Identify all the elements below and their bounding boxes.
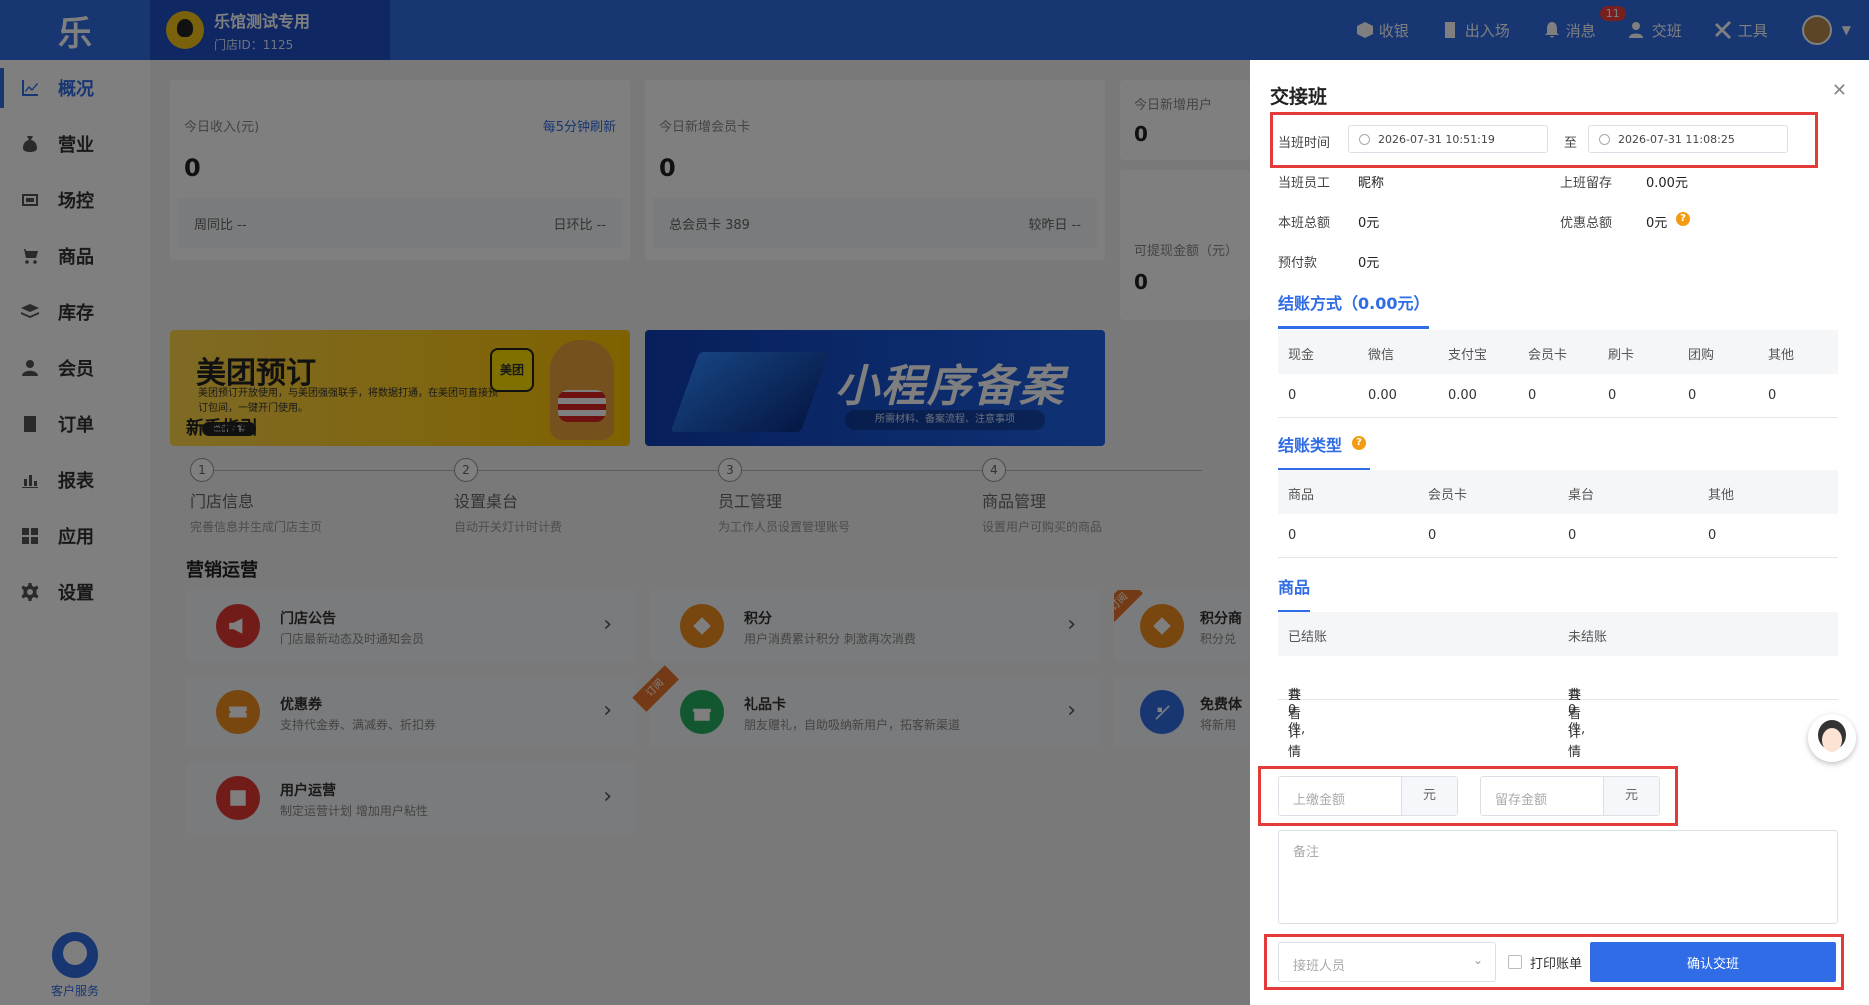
prev-retained-value: 0.00元 <box>1646 176 1688 191</box>
retain-amount-input[interactable]: 留存金额 元 <box>1480 776 1660 816</box>
close-icon[interactable]: ✕ <box>1832 80 1847 101</box>
payment-section-head: 结账方式（0.00元） <box>1278 290 1430 329</box>
shift-end-input[interactable]: 2026-07-31 11:08:25 <box>1588 125 1788 153</box>
print-bill-checkbox[interactable] <box>1508 955 1522 969</box>
submit-amount-input[interactable]: 上缴金额 元 <box>1278 776 1458 816</box>
confirm-handover-button[interactable]: 确认交班 <box>1590 942 1836 982</box>
successor-select[interactable]: 接班人员 ⌄ <box>1278 942 1496 982</box>
staff-value: 昵称 <box>1358 176 1385 191</box>
unsettled-detail-link[interactable]: 查看详情 <box>1568 684 1581 760</box>
shift-time-label: 当班时间 <box>1278 136 1331 151</box>
discount-total-value: 0元 <box>1646 216 1668 231</box>
handover-drawer: 交接班 ✕ 当班时间 2026-07-31 10:51:19 至 2026-07… <box>1250 60 1869 1005</box>
table-row: 0 0.00 0.00 0 0 0 0 <box>1278 374 1838 418</box>
prepay-value: 0元 <box>1358 256 1380 271</box>
payment-table-header: 现金 微信 支付宝 会员卡 刷卡 团购 其他 <box>1278 330 1838 374</box>
settled-detail-link[interactable]: 查看详情 <box>1288 684 1301 760</box>
help-icon[interactable]: ? <box>1676 212 1690 226</box>
chevron-down-icon: ⌄ <box>1472 953 1483 967</box>
goods-section-head: 商品 <box>1278 574 1311 613</box>
print-bill-label[interactable]: 打印账单 <box>1530 953 1582 972</box>
remark-textarea[interactable]: 备注 <box>1278 830 1838 924</box>
clock-icon <box>1359 133 1370 145</box>
shift-start-input[interactable]: 2026-07-31 10:51:19 <box>1348 125 1548 153</box>
goods-table-header: 已结账 未结账 <box>1278 612 1838 656</box>
types-table-header: 商品 会员卡 桌台 其他 <box>1278 470 1838 514</box>
shift-total-value: 0元 <box>1358 216 1380 231</box>
table-row: 共0件, 查看详情 共0件, 查看详情 <box>1278 656 1838 760</box>
drawer-title: 交接班 <box>1270 86 1328 108</box>
help-icon[interactable]: ? <box>1352 436 1366 450</box>
clock-icon <box>1599 133 1610 145</box>
assistant-avatar[interactable] <box>1808 714 1856 762</box>
table-row: 0 0 0 0 <box>1278 514 1838 558</box>
